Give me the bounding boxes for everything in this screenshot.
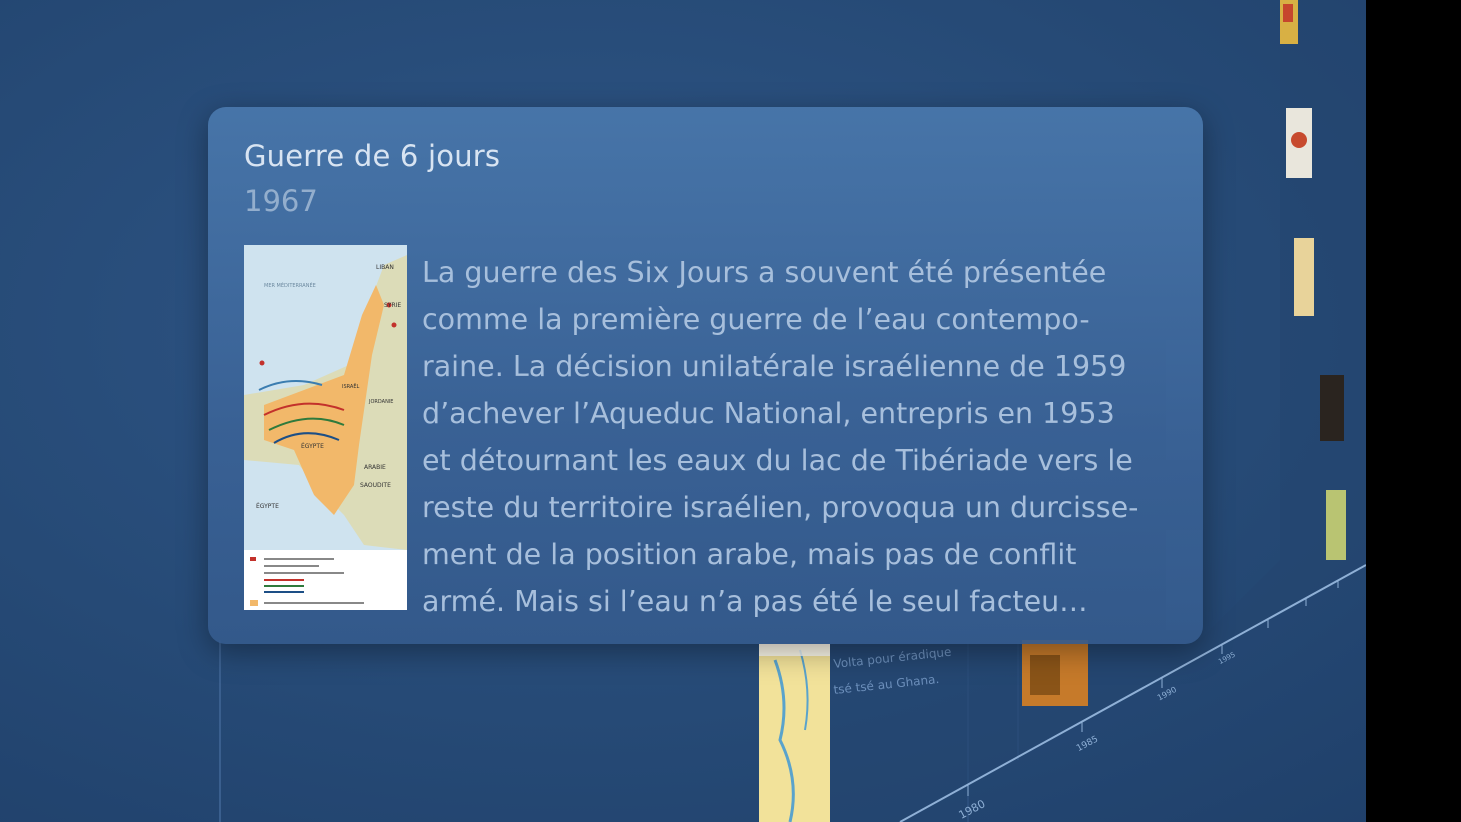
timeline-thumbnail[interactable] (1326, 490, 1346, 560)
map-label: LIBAN (376, 264, 394, 271)
description-line: d’achever l’Aqueduc National, entrepris … (422, 397, 1115, 430)
description-line: raine. La décision unilatérale israélien… (422, 350, 1127, 383)
event-card[interactable]: Guerre de 6 jours 1967 MER MÉDITERRANÉE … (208, 107, 1203, 644)
map-label: ISRAËL (342, 383, 359, 390)
map-label: SYRIE (384, 302, 401, 309)
map-label: SAOUDITE (360, 482, 391, 489)
map-label: JORDANIE (368, 399, 393, 405)
map-label: ARABIE (364, 464, 386, 471)
description-line: et détournant les eaux du lac de Tibéria… (422, 444, 1133, 477)
description-line: comme la première guerre de l’eau contem… (422, 303, 1090, 336)
description-line: armé. Mais si l’eau n’a pas été le seul … (422, 585, 1088, 618)
black-screen-edge (1366, 0, 1461, 822)
timeline-year-label: 1985 (1075, 734, 1100, 754)
map-label: MER MÉDITERRANÉE (264, 281, 316, 289)
timeline-thumbnail[interactable] (1320, 375, 1344, 441)
description-line: ment de la position arabe, mais pas de c… (422, 538, 1077, 571)
event-year: 1967 (244, 184, 318, 218)
ghana-map-thumbnail[interactable] (759, 644, 830, 822)
description-line: reste du territoire israélien, provoqua … (422, 491, 1139, 524)
map-label: ÉGYPTE (301, 442, 324, 450)
timeline-thumbnail[interactable] (1294, 238, 1314, 316)
description-line: La guerre des Six Jours a souvent été pr… (422, 256, 1107, 289)
timeline-year-label: 1980 (957, 797, 988, 822)
event-description: La guerre des Six Jours a souvent été pr… (422, 249, 1182, 625)
timeline-year-label: 1990 (1156, 685, 1178, 703)
event-title: Guerre de 6 jours (244, 139, 501, 173)
map-label: ÉGYPTE (256, 502, 279, 510)
event-map-image[interactable]: MER MÉDITERRANÉE LIBAN SYRIE ISRAËL JORD… (244, 245, 407, 610)
timeline-year-label: 1995 (1217, 651, 1236, 666)
